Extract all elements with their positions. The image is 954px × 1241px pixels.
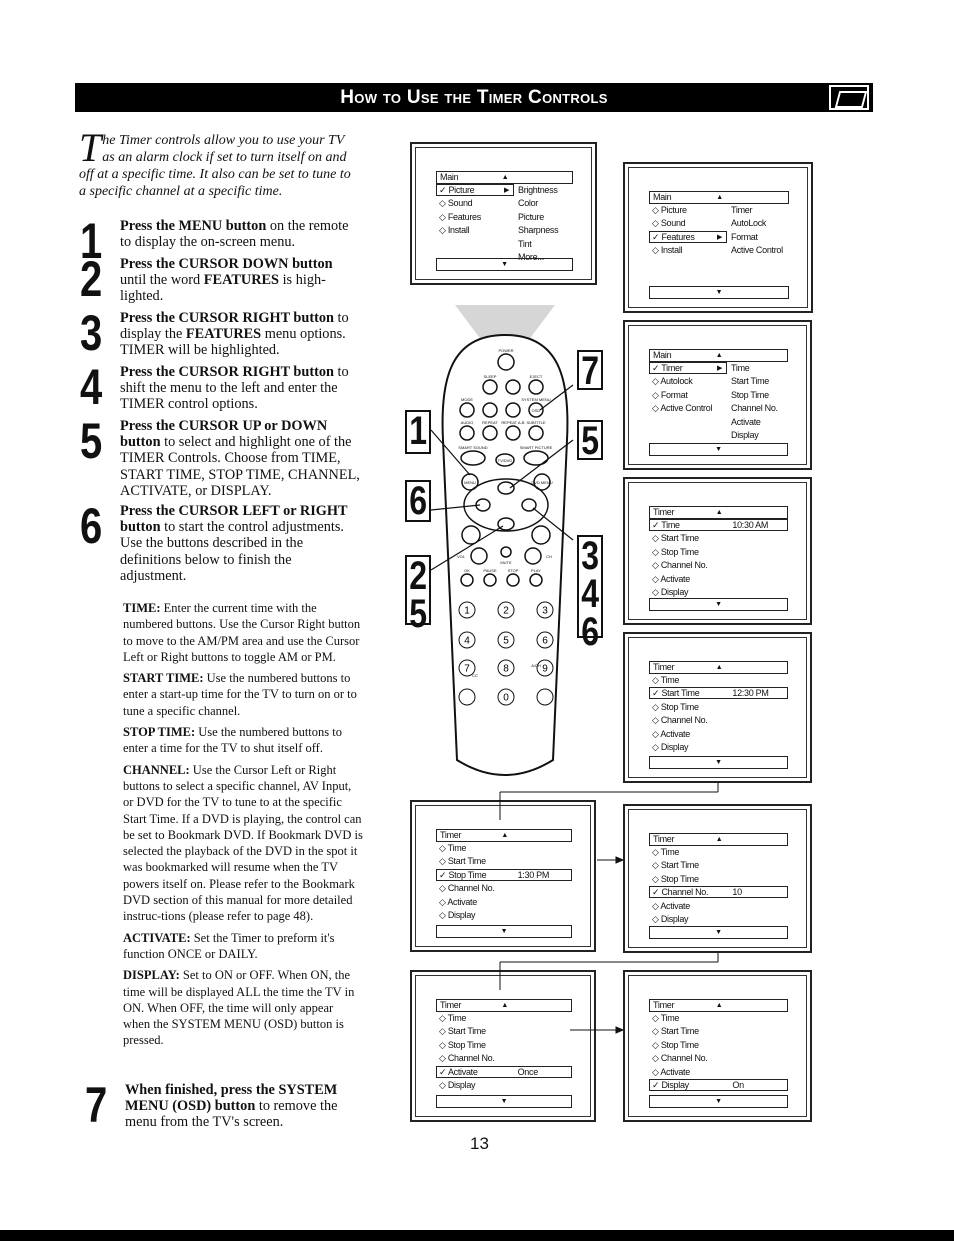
connector-arrows (499, 783, 719, 1034)
page-number: 13 (470, 1134, 489, 1153)
footer-bar (0, 1230, 954, 1241)
